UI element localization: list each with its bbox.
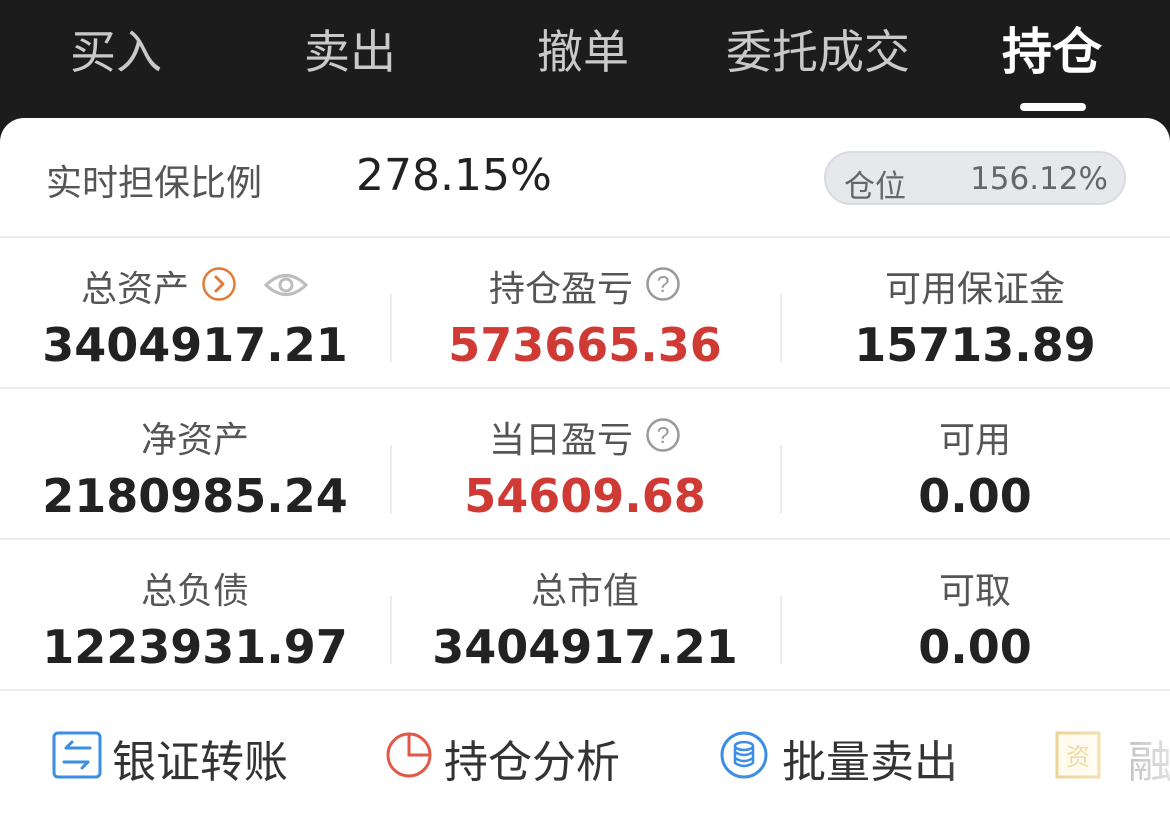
top-tab-bar: 买入 卖出 撤单 委托成交 持仓 <box>0 0 1170 120</box>
tab-orders-trades[interactable]: 委托成交 <box>726 22 910 82</box>
stat-net-assets[interactable]: 净资产 2180985.24 <box>0 389 390 540</box>
margin-financing-button[interactable]: 资融 <box>1054 726 1170 788</box>
stat-total-liabilities[interactable]: 总负债 1223931.97 <box>0 540 390 691</box>
position-label: 仓位 <box>844 169 906 205</box>
tab-buy[interactable]: 买入 <box>70 22 162 82</box>
stats-row: 总资产 3404917.21 持仓盈亏? 573665.36 可用保证金 157… <box>0 238 1170 389</box>
tab-sell[interactable]: 卖出 <box>304 22 396 82</box>
chevron-right-circle-icon[interactable] <box>201 266 237 311</box>
active-tab-indicator <box>1020 103 1086 111</box>
position-value: 156.12% <box>970 161 1108 197</box>
stat-label: 可用 <box>938 420 1011 461</box>
stat-available-margin[interactable]: 可用保证金 15713.89 <box>780 238 1170 389</box>
question-circle-icon[interactable]: ? <box>645 266 681 311</box>
stat-value: 3404917.21 <box>42 318 348 372</box>
action-label: 批量卖出 <box>782 737 958 788</box>
bank-transfer-button[interactable]: 银证转账 <box>52 726 288 788</box>
stat-label: 总资产 <box>80 269 189 310</box>
stat-withdrawable[interactable]: 可取 0.00 <box>780 540 1170 691</box>
position-ratio-badge: 仓位 156.12% <box>824 151 1126 205</box>
stat-total-assets[interactable]: 总资产 3404917.21 <box>0 238 390 389</box>
guarantee-ratio-row: 实时担保比例 278.15% 仓位 156.12% <box>0 118 1170 238</box>
action-label: 融 <box>1128 737 1170 788</box>
stats-row: 净资产 2180985.24 当日盈亏? 54609.68 可用 0.00 <box>0 389 1170 540</box>
asset-icon-text: 资 <box>1066 743 1090 771</box>
stats-row: 总负债 1223931.97 总市值 3404917.21 可取 0.00 <box>0 540 1170 691</box>
tab-cancel-order[interactable]: 撤单 <box>537 22 629 82</box>
guarantee-ratio-label: 实时担保比例 <box>46 163 263 204</box>
eye-icon[interactable] <box>263 268 309 309</box>
stat-value: 2180985.24 <box>42 469 348 523</box>
account-summary-card: 实时担保比例 278.15% 仓位 156.12% 总资产 3404917.21… <box>0 118 1170 816</box>
stat-value: 54609.68 <box>464 469 706 523</box>
pie-chart-icon <box>386 732 432 778</box>
stat-value: 0.00 <box>918 469 1032 523</box>
asset-icon: 资 <box>1055 731 1101 779</box>
svg-text:?: ? <box>657 271 670 297</box>
question-circle-icon[interactable]: ? <box>645 417 681 462</box>
stat-available[interactable]: 可用 0.00 <box>780 389 1170 540</box>
position-analysis-button[interactable]: 持仓分析 <box>384 726 620 788</box>
stat-total-market-value[interactable]: 总市值 3404917.21 <box>390 540 780 691</box>
stat-label: 总负债 <box>140 571 249 612</box>
stat-label: 净资产 <box>140 420 249 461</box>
stat-value: 3404917.21 <box>432 620 738 674</box>
stat-value: 15713.89 <box>854 318 1096 372</box>
tab-positions[interactable]: 持仓 <box>1002 22 1102 82</box>
guarantee-ratio-value: 278.15% <box>356 150 552 201</box>
stat-label: 总市值 <box>530 571 639 612</box>
stat-label: 可取 <box>938 571 1011 612</box>
stat-label: 持仓盈亏 <box>488 269 633 310</box>
database-icon <box>720 731 768 779</box>
stat-value: 573665.36 <box>448 318 722 372</box>
batch-sell-button[interactable]: 批量卖出 <box>718 726 958 788</box>
action-label: 持仓分析 <box>444 737 620 788</box>
stat-label: 可用保证金 <box>884 269 1065 310</box>
stat-position-pnl[interactable]: 持仓盈亏? 573665.36 <box>390 238 780 389</box>
stat-daily-pnl[interactable]: 当日盈亏? 54609.68 <box>390 389 780 540</box>
transfer-icon <box>52 731 102 779</box>
action-label: 银证转账 <box>112 737 288 788</box>
svg-text:?: ? <box>657 422 670 448</box>
quick-actions-bar: 银证转账 持仓分析 批量卖出 资融 <box>0 692 1170 816</box>
stat-value: 1223931.97 <box>42 620 348 674</box>
stat-label: 当日盈亏 <box>488 420 633 461</box>
stat-value: 0.00 <box>918 620 1032 674</box>
